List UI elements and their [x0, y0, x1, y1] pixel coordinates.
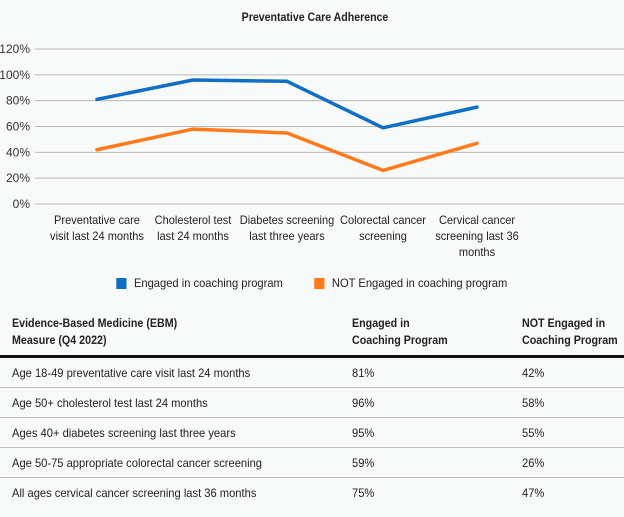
y-tick-label: 20% [6, 171, 30, 185]
cell-text: 26% [522, 455, 545, 470]
cell-text: 42% [522, 365, 545, 380]
x-tick-label: Cervical cancer screening last 36 months [435, 213, 519, 259]
header-engaged-line2: Coaching Program [352, 335, 448, 347]
y-tick-label: 100% [0, 68, 30, 82]
cell-text: 58% [522, 395, 545, 410]
cell-text: Age 50+ cholesterol test last 24 months [12, 395, 208, 410]
table-row: Ages 40+ diabetes screening last three y… [0, 417, 624, 448]
cell-measure: Age 18-49 preventative care visit last 2… [0, 356, 340, 388]
cell-measure: Age 50-75 appropriate colorectal cancer … [0, 447, 340, 478]
cell-engaged: 59% [340, 447, 510, 478]
cell-text: 95% [352, 425, 375, 440]
header-not-engaged-line1: NOT Engaged in [522, 318, 606, 330]
cell-text: 47% [522, 485, 545, 500]
series-line-engaged [95, 78, 479, 130]
y-axis-ticks: 0% 20% 40% 60% 80% 100% 120% [0, 42, 30, 211]
cell-not-engaged: 58% [510, 387, 624, 418]
header-measure-line1: Evidence-Based Medicine (EBM) [12, 318, 178, 330]
x-tick-label: Diabetes screening last three years [239, 213, 335, 243]
header-engaged-line1: Engaged in [352, 318, 410, 330]
series-lines [95, 78, 479, 173]
table-body: Age 18-49 preventative care visit last 2… [0, 356, 624, 508]
series-line-not-engaged [95, 127, 479, 173]
legend-item-engaged: Engaged in coaching program [115, 276, 283, 290]
gridlines [35, 48, 624, 205]
legend-label-engaged: Engaged in coaching program [133, 276, 283, 290]
legend-swatch-engaged [115, 277, 127, 289]
header-not-engaged: NOT Engaged in Coaching Program [510, 313, 624, 358]
table-row: Age 50+ cholesterol test last 24 months 9… [0, 387, 624, 418]
cell-measure: Ages 40+ diabetes screening last three y… [0, 417, 340, 448]
cell-measure: All ages cervical cancer screening last … [0, 478, 340, 508]
cell-text: Age 18-49 preventative care visit last 2… [12, 365, 251, 380]
y-tick-label: 40% [6, 145, 30, 159]
cell-engaged: 95% [340, 417, 510, 448]
cell-not-engaged: 42% [510, 356, 624, 388]
cell-text: 55% [522, 425, 545, 440]
cell-not-engaged: 47% [510, 478, 624, 508]
table-row: Age 50-75 appropriate colorectal cancer … [0, 447, 624, 478]
cell-measure: Age 50+ cholesterol test last 24 months [0, 387, 340, 418]
cell-text: Ages 40+ diabetes screening last three y… [12, 425, 236, 440]
cell-engaged: 96% [340, 387, 510, 418]
header-measure: Evidence-Based Medicine (EBM) Measure (Q… [0, 313, 340, 358]
cell-not-engaged: 26% [510, 447, 624, 478]
y-tick-label: 0% [13, 197, 31, 211]
legend-label-not-engaged: NOT Engaged in coaching program [331, 276, 508, 290]
table-row: Age 18-49 preventative care visit last 2… [0, 356, 624, 388]
y-tick-label: 60% [6, 120, 30, 134]
table-row: All ages cervical cancer screening last … [0, 478, 624, 508]
ebm-table: Evidence-Based Medicine (EBM) Measure (Q… [0, 313, 624, 507]
cell-text: 75% [352, 485, 375, 500]
table-header-row: Evidence-Based Medicine (EBM) Measure (Q… [0, 313, 624, 358]
cell-not-engaged: 55% [510, 417, 624, 448]
legend: Engaged in coaching program NOT Engaged … [0, 276, 624, 290]
cell-engaged: 81% [340, 356, 510, 388]
cell-text: Age 50-75 appropriate colorectal cancer … [12, 455, 263, 470]
cell-text: 81% [352, 365, 375, 380]
cell-text: All ages cervical cancer screening last … [12, 485, 257, 500]
cell-engaged: 75% [340, 478, 510, 508]
legend-item-not-engaged: NOT Engaged in coaching program [314, 276, 507, 290]
header-not-engaged-line2: Coaching Program [522, 335, 618, 347]
legend-swatch-not-engaged [314, 277, 325, 289]
header-measure-line2: Measure (Q4 2022) [12, 335, 107, 347]
header-engaged: Engaged in Coaching Program [340, 313, 510, 358]
x-tick-label: Preventative care visit last 24 months [50, 213, 144, 243]
y-tick-label: 120% [0, 42, 30, 56]
cell-text: 96% [352, 395, 375, 410]
cell-text: 59% [352, 455, 375, 470]
y-tick-label: 80% [6, 94, 30, 108]
